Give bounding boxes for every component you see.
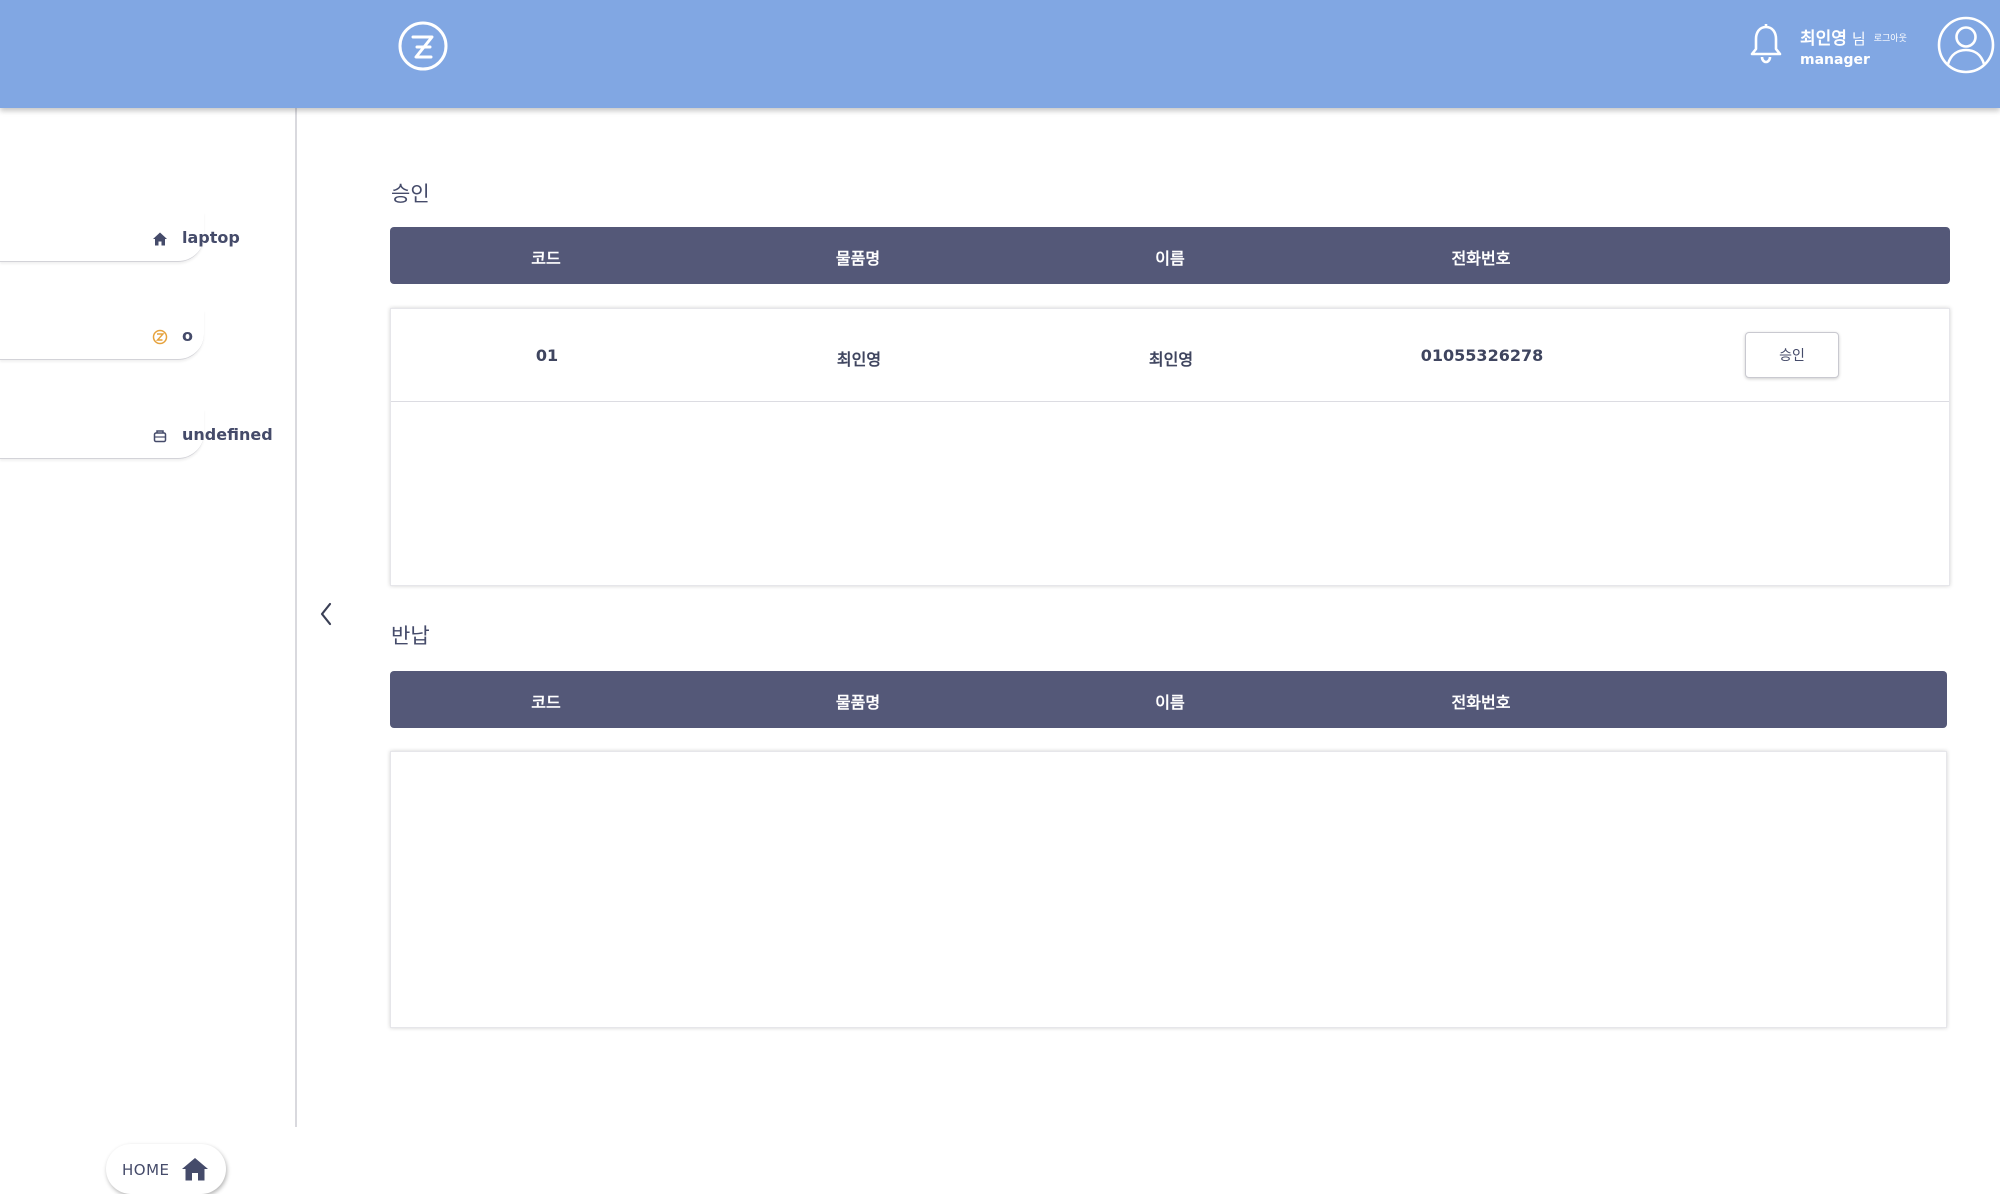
sidebar-item-label: laptop: [182, 228, 240, 247]
chevron-left-icon[interactable]: [316, 600, 336, 628]
return-table-body: [390, 751, 1947, 1028]
cell-name: 최인영: [1148, 350, 1194, 369]
home-icon: [182, 1158, 208, 1181]
sidebar-item-laptop[interactable]: laptop: [0, 212, 240, 262]
home-label: HOME: [122, 1161, 170, 1179]
user-name: 최인영: [1800, 29, 1847, 49]
return-table-header: 코드 물품명 이름 전화번호: [390, 671, 1947, 728]
approve-button[interactable]: 승인: [1745, 332, 1839, 378]
approval-table-body: 01 최인영 최인영 01055326278 승인: [390, 308, 1950, 586]
sidebar-item-undefined[interactable]: undefined: [0, 409, 273, 459]
logo-small-icon: [152, 329, 168, 345]
column-header-phone: 전화번호: [1451, 693, 1511, 712]
cell-phone: 01055326278: [1420, 346, 1544, 365]
column-header-code: 코드: [531, 693, 561, 712]
cell-code: 01: [535, 346, 559, 365]
sidebar-item-label: undefined: [182, 425, 273, 444]
logo-circle-icon[interactable]: [397, 20, 449, 72]
bell-icon[interactable]: [1748, 23, 1784, 65]
table-row: 01 최인영 최인영 01055326278 승인: [391, 309, 1949, 402]
user-suffix: 님: [1851, 30, 1866, 48]
sidebar-item-o[interactable]: o: [0, 310, 204, 360]
user-avatar-icon[interactable]: [1936, 15, 1996, 75]
column-header-item: 물품명: [835, 693, 881, 712]
approval-section-title: 승인: [391, 182, 430, 206]
sidebar: laptop o undefined HOME: [0, 108, 297, 1194]
approval-table-header: 코드 물품명 이름 전화번호: [390, 227, 1950, 284]
home-icon: [153, 232, 167, 246]
column-header-name: 이름: [1155, 693, 1185, 712]
user-role: manager: [1800, 52, 1870, 68]
user-info: 최인영 님 로그아웃 manager: [1800, 24, 1907, 68]
box-icon: [153, 430, 167, 443]
cell-item: 최인영: [836, 350, 882, 369]
top-header: 최인영 님 로그아웃 manager: [0, 0, 2000, 108]
sidebar-item-label: o: [182, 326, 193, 345]
logout-link[interactable]: 로그아웃: [1874, 34, 1907, 44]
column-header-item: 물품명: [835, 249, 881, 268]
home-button[interactable]: HOME: [106, 1144, 226, 1194]
return-section-title: 반납: [391, 624, 430, 648]
column-header-code: 코드: [531, 249, 561, 268]
column-header-name: 이름: [1155, 249, 1185, 268]
column-header-phone: 전화번호: [1451, 249, 1511, 268]
